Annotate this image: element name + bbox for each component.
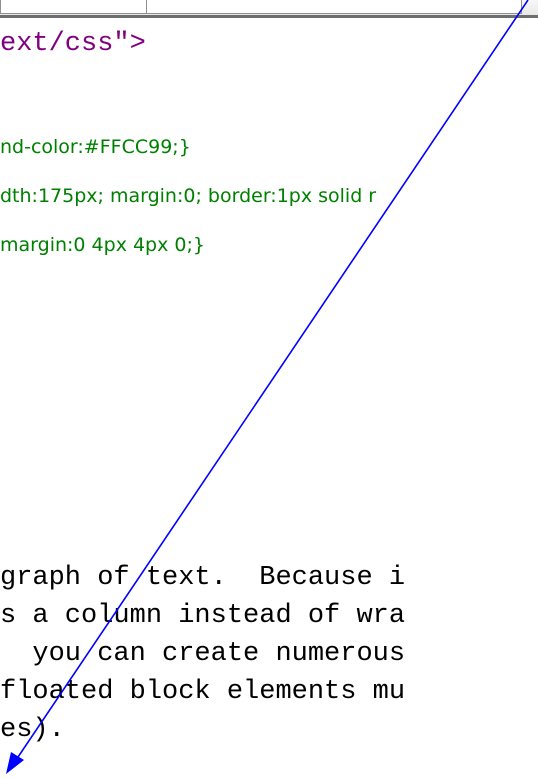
arrow-line [13,0,529,764]
arrow-annotation [6,0,529,774]
arrow-head-icon [6,752,24,774]
